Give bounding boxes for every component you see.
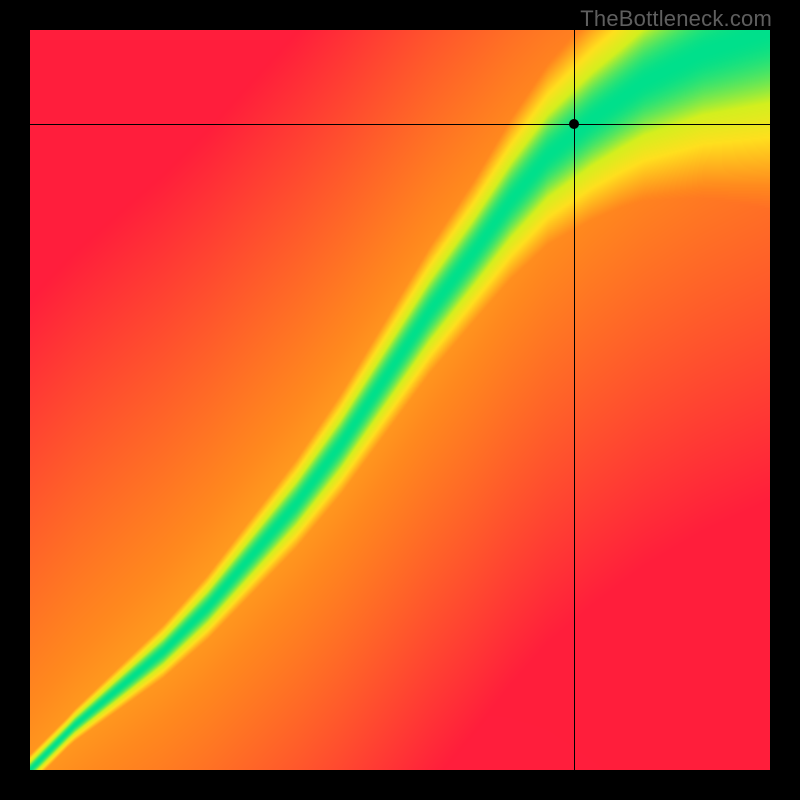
selection-marker xyxy=(569,119,579,129)
watermark-text: TheBottleneck.com xyxy=(580,6,772,32)
crosshair-horizontal xyxy=(30,124,770,125)
bottleneck-heatmap xyxy=(30,30,770,770)
chart-frame: TheBottleneck.com xyxy=(0,0,800,800)
crosshair-vertical xyxy=(574,30,575,770)
